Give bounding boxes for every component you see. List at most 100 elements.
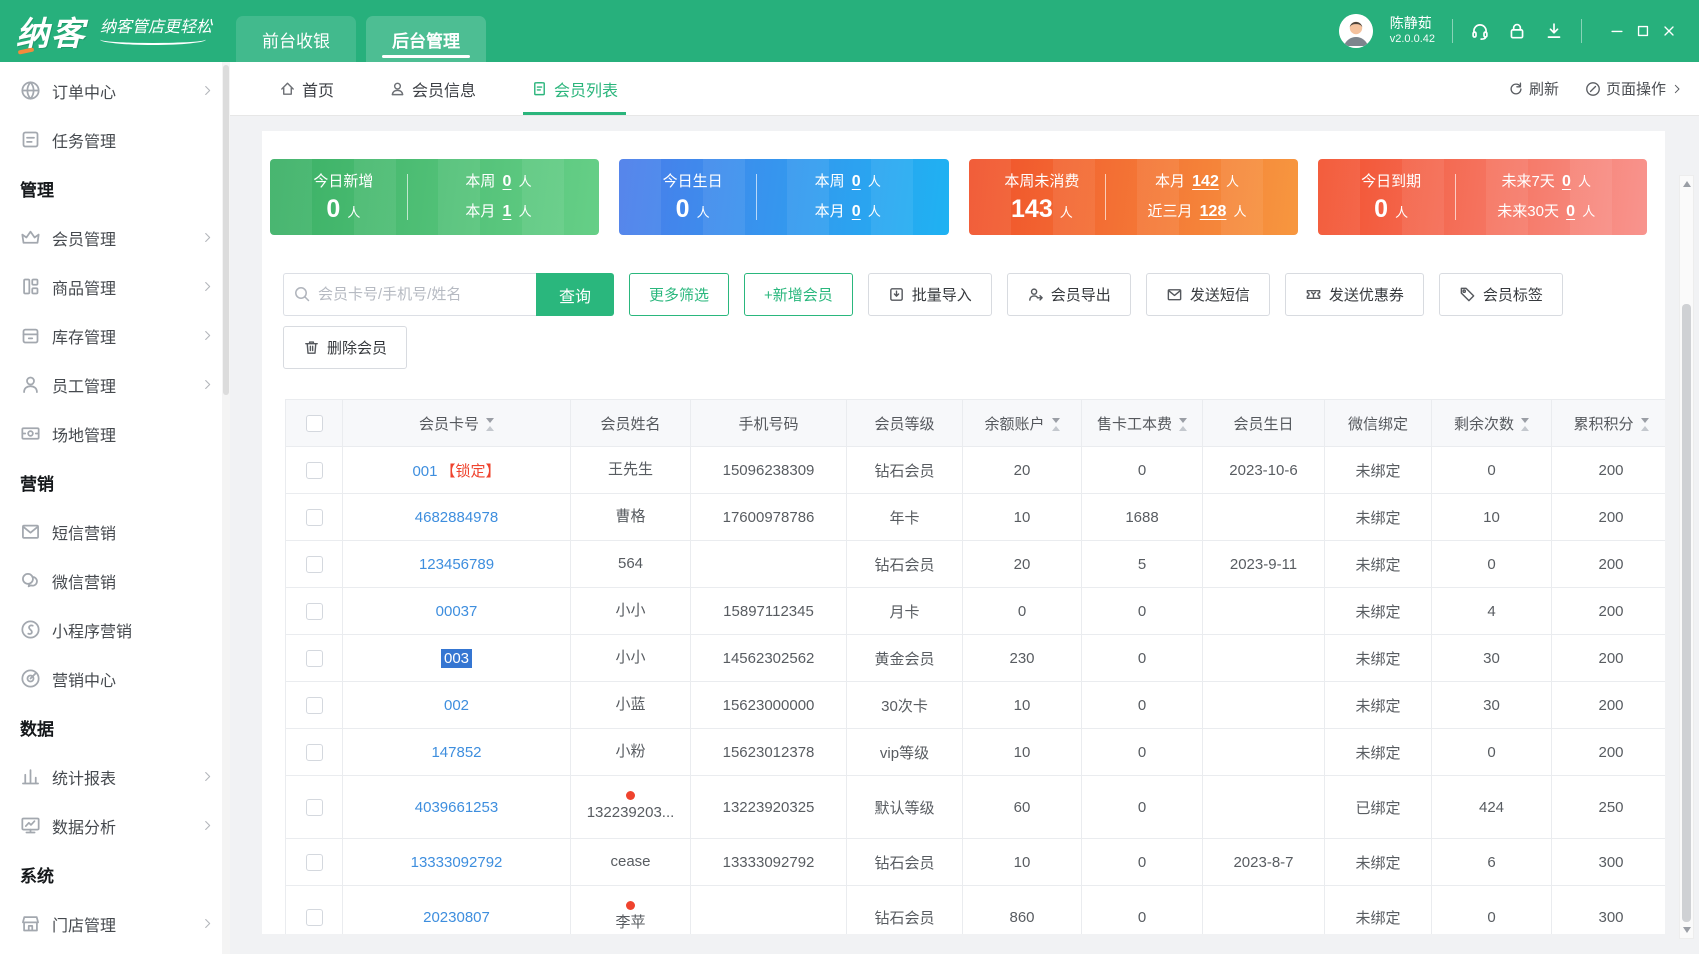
sort-control[interactable]	[1179, 418, 1187, 431]
row-checkbox[interactable]	[306, 509, 323, 526]
member-times: 0	[1432, 541, 1552, 588]
sidebar-scrollbar[interactable]	[222, 62, 230, 954]
sidebar-item-label: 场地管理	[52, 422, 116, 446]
member-card-link[interactable]: 123456789	[419, 556, 494, 573]
member-card-link[interactable]: 13333092792	[411, 854, 503, 871]
page-tab-0[interactable]: 首页	[279, 62, 334, 115]
nav-tab-0[interactable]: 前台收银	[236, 16, 356, 62]
close-button[interactable]	[1661, 23, 1677, 39]
download-icon[interactable]	[1544, 21, 1564, 41]
sidebar-item-7[interactable]: 场地管理	[0, 409, 230, 458]
page-tab-2[interactable]: 会员列表	[531, 62, 618, 115]
column-points[interactable]: 累积积分	[1552, 400, 1666, 447]
member-card-link[interactable]: 002	[444, 697, 469, 714]
more-filters-button[interactable]: 更多筛选	[629, 273, 729, 316]
stat-detail-link[interactable]: 0	[1562, 173, 1571, 190]
stat-detail-link[interactable]: 128	[1200, 203, 1227, 220]
row-checkbox[interactable]	[306, 556, 323, 573]
sidebar-item-10[interactable]: 微信营销	[0, 556, 230, 605]
search-button[interactable]: 查询	[536, 273, 614, 316]
row-checkbox[interactable]	[306, 697, 323, 714]
lock-icon[interactable]	[1507, 21, 1527, 41]
member-name: 小粉	[575, 742, 686, 762]
tag-icon	[1459, 286, 1476, 303]
sidebar-item-9[interactable]: 短信营销	[0, 507, 230, 556]
list-icon	[531, 80, 548, 97]
delete-member-button[interactable]: 删除会员	[283, 326, 407, 369]
sidebar-item-5[interactable]: 库存管理	[0, 311, 230, 360]
nav-tab-1[interactable]: 后台管理	[366, 16, 486, 62]
member-card-link[interactable]: 001	[412, 463, 437, 480]
member-points: 300	[1552, 839, 1666, 886]
stat-detail-link[interactable]: 0	[852, 173, 861, 190]
member-card-link[interactable]: 20230807	[423, 909, 490, 926]
maximize-button[interactable]	[1635, 23, 1651, 39]
inventory-icon	[20, 325, 41, 346]
sort-control[interactable]	[486, 418, 494, 431]
member-card-fee: 5	[1082, 541, 1203, 588]
member-wechat: 未绑定	[1325, 886, 1432, 935]
toolbar-button-2[interactable]: 发送短信	[1146, 273, 1270, 316]
main-scrollbar[interactable]	[1679, 175, 1694, 939]
sidebar-scroll-thumb[interactable]	[223, 65, 229, 395]
scroll-up-arrow[interactable]	[1680, 177, 1693, 191]
member-card-link[interactable]: 4682884978	[415, 509, 498, 526]
member-wechat: 未绑定	[1325, 682, 1432, 729]
row-checkbox[interactable]	[306, 462, 323, 479]
sort-control[interactable]	[1641, 418, 1649, 431]
member-card-link[interactable]: 4039661253	[415, 799, 498, 816]
wechat-icon	[20, 570, 41, 591]
sidebar-item-1[interactable]: 任务管理	[0, 115, 230, 164]
support-icon[interactable]	[1470, 21, 1490, 41]
search-input[interactable]	[283, 273, 536, 316]
add-member-button[interactable]: +新增会员	[744, 273, 853, 316]
sidebar-item-11[interactable]: 小程序营销	[0, 605, 230, 654]
sidebar-item-6[interactable]: 员工管理	[0, 360, 230, 409]
row-checkbox[interactable]	[306, 799, 323, 816]
sidebar-item-15[interactable]: 数据分析	[0, 801, 230, 850]
member-card-fee: 0	[1082, 776, 1203, 839]
stat-detail-link[interactable]: 0	[1566, 203, 1575, 220]
user-info[interactable]: 陈静茹 v2.0.0.42	[1390, 15, 1435, 46]
stat-detail-link[interactable]: 0	[852, 203, 861, 220]
row-checkbox[interactable]	[306, 650, 323, 667]
page-tab-1[interactable]: 会员信息	[389, 62, 476, 115]
column-balance[interactable]: 余额账户	[963, 400, 1082, 447]
sidebar-item-12[interactable]: 营销中心	[0, 654, 230, 703]
sidebar-item-3[interactable]: 会员管理	[0, 213, 230, 262]
toolbar-button-3[interactable]: 发送优惠券	[1285, 273, 1424, 316]
sidebar-item-17[interactable]: 门店管理	[0, 899, 230, 948]
member-card-link[interactable]: 00037	[436, 603, 478, 620]
page-ops-button[interactable]: 页面操作	[1585, 78, 1683, 99]
sort-control[interactable]	[1521, 418, 1529, 431]
red-dot-indicator	[626, 791, 635, 800]
column-card[interactable]: 会员卡号	[343, 400, 571, 447]
avatar[interactable]	[1339, 14, 1373, 48]
column-fee[interactable]: 售卡工本费	[1082, 400, 1203, 447]
toolbar-button-1[interactable]: 会员导出	[1007, 273, 1131, 316]
sidebar-item-4[interactable]: 商品管理	[0, 262, 230, 311]
scroll-thumb[interactable]	[1682, 304, 1691, 922]
refresh-button[interactable]: 刷新	[1508, 78, 1559, 99]
sidebar-item-label: 微信营销	[52, 569, 116, 593]
stat-detail-link[interactable]: 0	[503, 173, 512, 190]
sidebar-section-16: 系统	[0, 850, 230, 899]
scroll-down-arrow[interactable]	[1680, 923, 1693, 937]
sort-control[interactable]	[1052, 418, 1060, 431]
member-card-link[interactable]: 147852	[431, 744, 481, 761]
select-all-checkbox[interactable]	[306, 415, 323, 432]
column-times[interactable]: 剩余次数	[1432, 400, 1552, 447]
stat-detail-link[interactable]: 1	[503, 203, 512, 220]
sidebar-item-14[interactable]: 统计报表	[0, 752, 230, 801]
row-checkbox[interactable]	[306, 909, 323, 926]
toolbar-button-4[interactable]: 会员标签	[1439, 273, 1563, 316]
sidebar-item-0[interactable]: 订单中心	[0, 66, 230, 115]
row-checkbox[interactable]	[306, 744, 323, 761]
row-checkbox[interactable]	[306, 603, 323, 620]
row-checkbox[interactable]	[306, 854, 323, 871]
toolbar-button-0[interactable]: 批量导入	[868, 273, 992, 316]
member-points: 200	[1552, 494, 1666, 541]
minimize-button[interactable]	[1609, 23, 1625, 39]
stat-detail-link[interactable]: 142	[1192, 173, 1219, 190]
member-card-link[interactable]: 003	[441, 649, 472, 668]
